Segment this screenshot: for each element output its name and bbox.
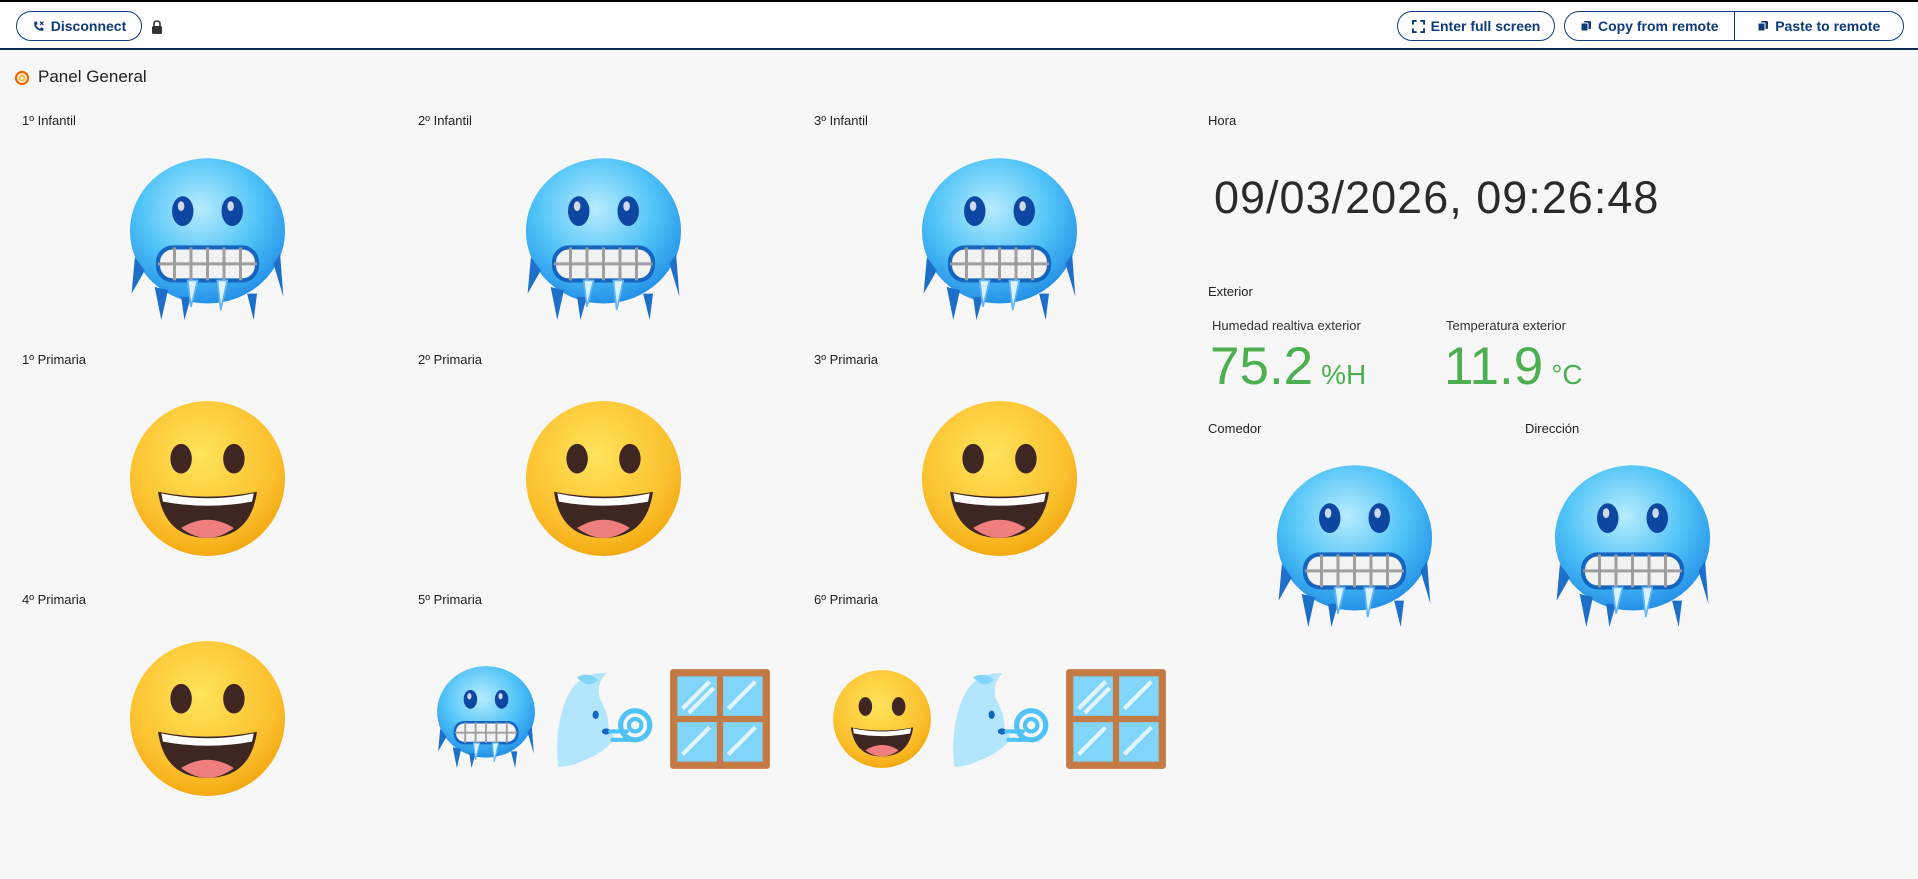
grinning-face-icon <box>917 396 1082 561</box>
temperature-label: Temperatura exterior <box>1446 318 1566 333</box>
classroom-label: 2º Primaria <box>418 352 482 367</box>
current-datetime: 09/03/2026, 09:26:48 <box>1214 172 1660 223</box>
copy-icon <box>1580 21 1591 32</box>
cold-face-icon <box>434 664 538 768</box>
classroom-label: 1º Primaria <box>22 352 86 367</box>
clipboard-button-group: Copy from remote Paste to remote <box>1564 11 1904 41</box>
classroom-label: 3º Primaria <box>814 352 878 367</box>
cold-face-icon <box>1272 462 1437 627</box>
classroom-label: 5º Primaria <box>418 592 482 607</box>
humidity-value: 75.2 <box>1210 337 1314 396</box>
disconnect-button[interactable]: Disconnect <box>16 11 142 41</box>
window-icon <box>1064 667 1168 771</box>
grinning-face-icon <box>125 396 290 561</box>
grinning-face-icon <box>830 667 934 771</box>
cold-face-icon <box>125 155 290 320</box>
paste-icon <box>1757 21 1769 32</box>
lock-icon <box>152 20 162 34</box>
fullscreen-button[interactable]: Enter full screen <box>1397 11 1555 41</box>
classroom-label: 3º Infantil <box>814 113 868 128</box>
cold-face-icon <box>521 155 686 320</box>
window-icon <box>668 667 772 771</box>
cold-face-icon <box>1550 462 1715 627</box>
comedor-label: Comedor <box>1208 421 1262 436</box>
phone-disconnect-icon <box>33 20 44 31</box>
classroom-label: 1º Infantil <box>22 113 76 128</box>
cold-face-icon <box>917 155 1082 320</box>
humidity-unit: %H <box>1321 359 1367 390</box>
paste-label: Paste to remote <box>1775 18 1881 34</box>
disconnect-label: Disconnect <box>50 18 127 34</box>
temperature-stat: 11.9 °C <box>1444 336 1583 397</box>
fullscreen-label: Enter full screen <box>1430 18 1541 34</box>
wind-face-icon <box>552 667 656 771</box>
classroom-label: 4º Primaria <box>22 592 86 607</box>
grinning-face-icon <box>125 636 290 801</box>
dashboard-title: Panel General <box>38 67 147 86</box>
hora-label: Hora <box>1208 113 1237 128</box>
exterior-label: Exterior <box>1208 284 1253 299</box>
grinning-face-icon <box>521 396 686 561</box>
humidity-label: Humedad realtiva exterior <box>1212 318 1361 333</box>
paste-to-remote-button[interactable]: Paste to remote <box>1733 12 1904 40</box>
temperature-value: 11.9 <box>1444 337 1544 396</box>
humidity-stat: 75.2 %H <box>1210 336 1366 397</box>
classroom-label: 6º Primaria <box>814 592 878 607</box>
grafana-logo-icon <box>14 70 30 86</box>
remote-toolbar: Disconnect Enter full screen Copy from r… <box>0 0 1918 50</box>
wind-face-icon <box>948 667 1052 771</box>
temperature-unit: °C <box>1551 359 1583 390</box>
copy-label: Copy from remote <box>1597 18 1719 34</box>
copy-from-remote-button[interactable]: Copy from remote <box>1565 12 1734 40</box>
direccion-label: Dirección <box>1525 421 1580 436</box>
expand-icon <box>1411 19 1425 33</box>
classroom-label: 2º Infantil <box>418 113 472 128</box>
